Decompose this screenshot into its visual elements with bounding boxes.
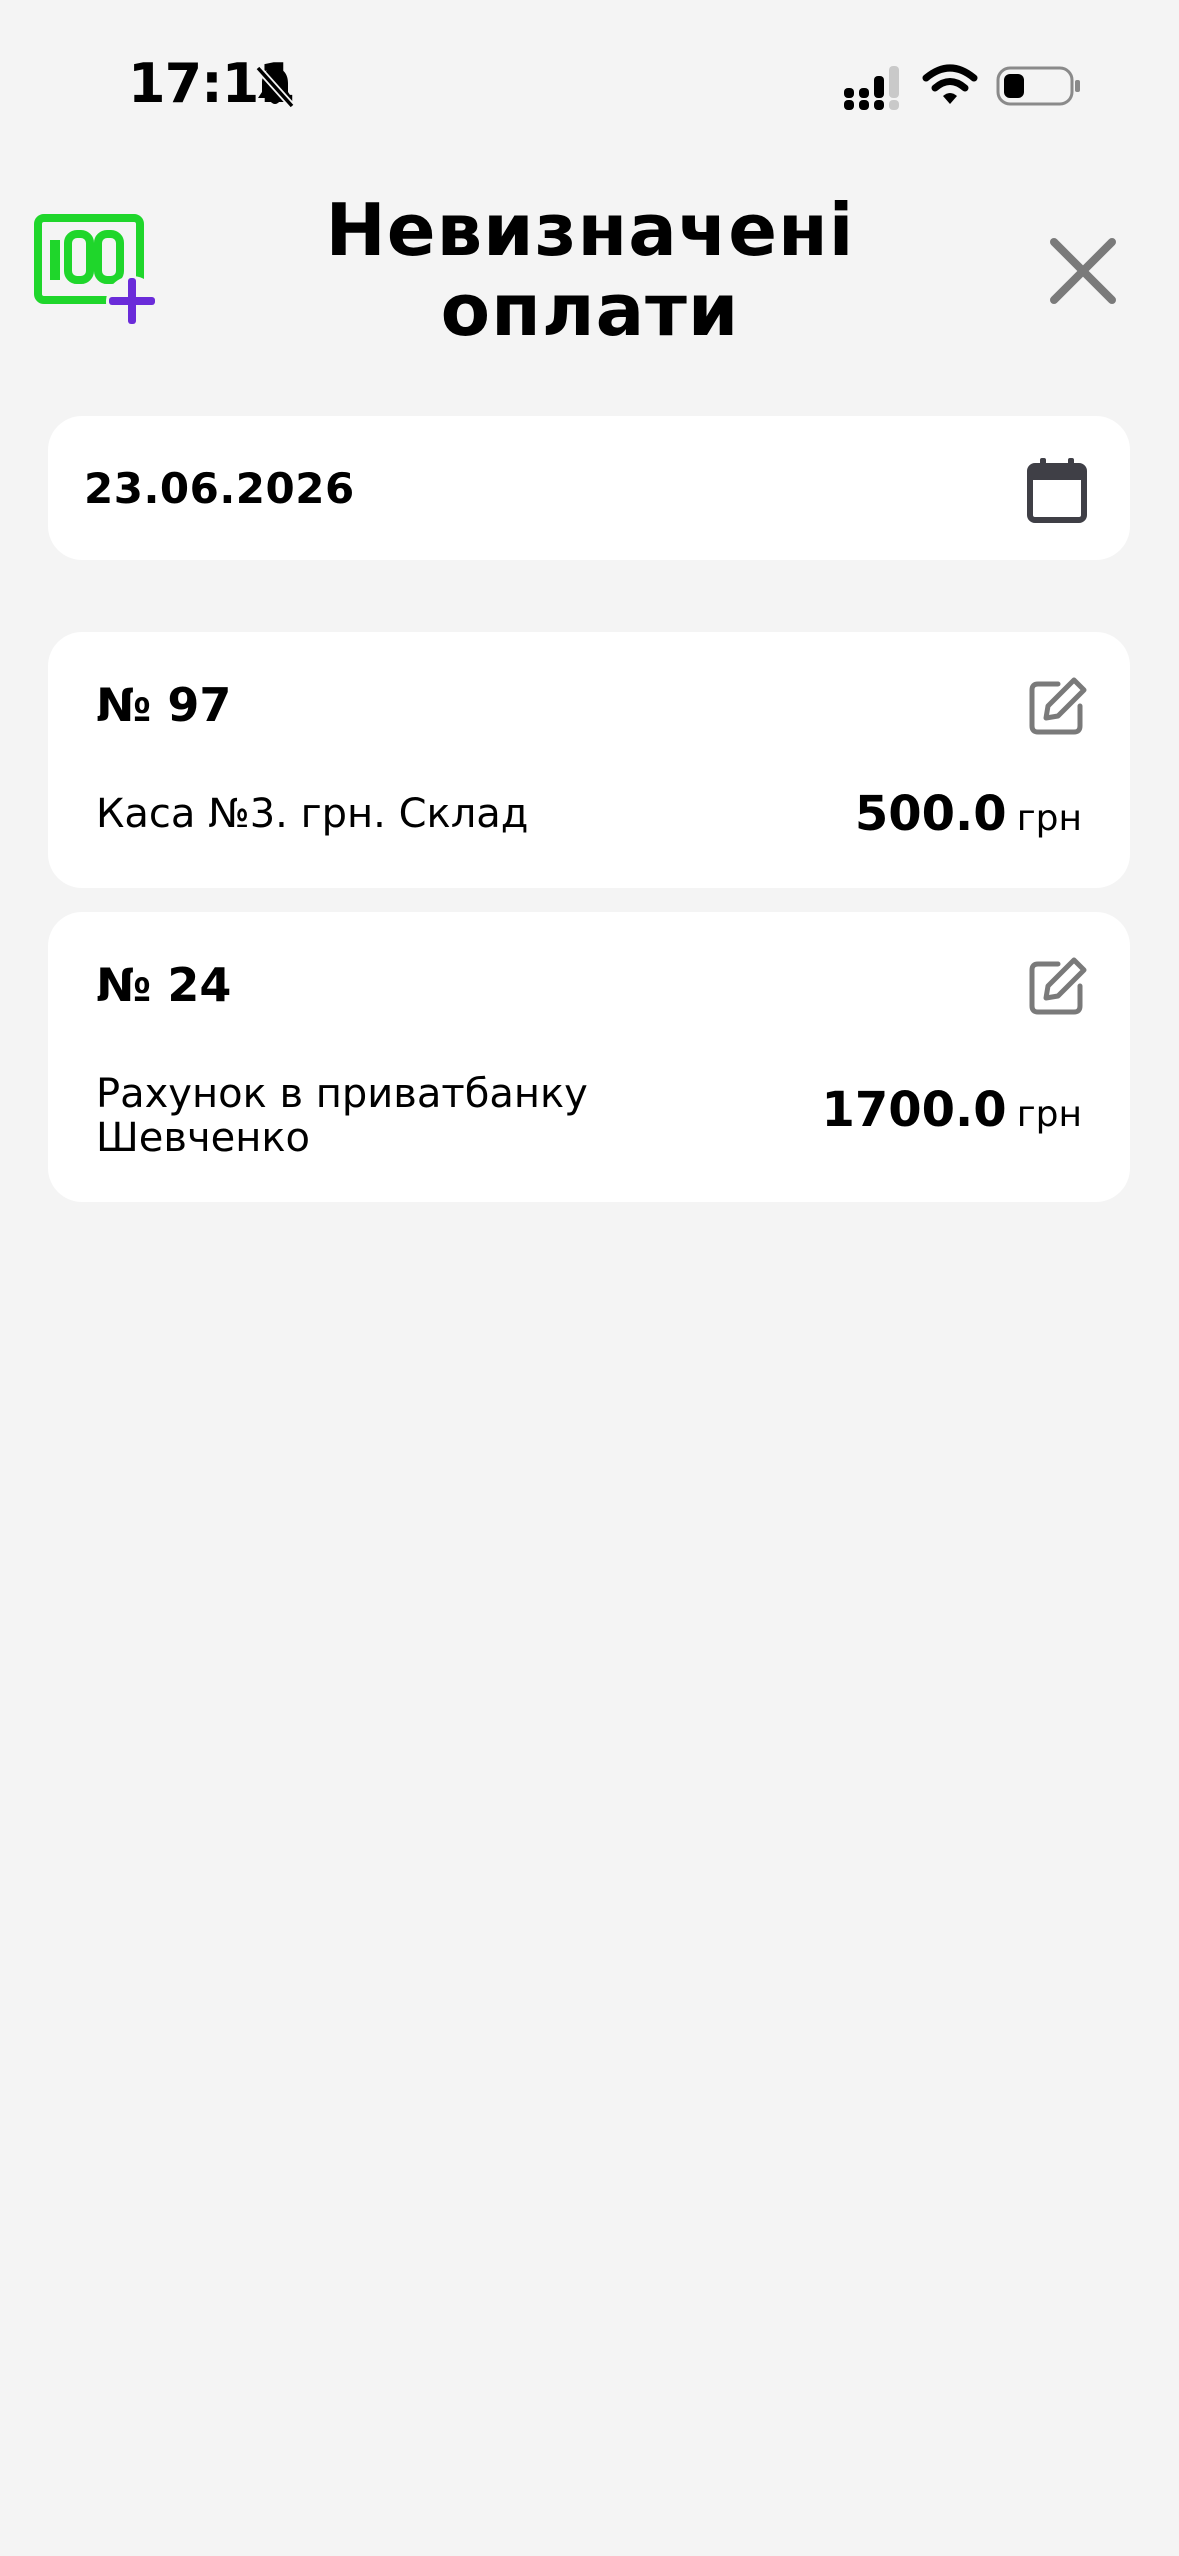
payment-card[interactable]: № 24 Рахунок в приватбанку Шевченко 1700… [48,912,1130,1202]
date-value: 23.06.2026 [84,464,355,513]
payment-card[interactable]: № 97 Каса №3. грн. Склад 500.0 грн [48,632,1130,888]
date-field[interactable]: 23.06.2026 [48,416,1130,560]
payment-amount: 1700.0 [821,1082,1007,1138]
edit-icon[interactable] [1028,956,1088,1016]
payment-currency: грн [1016,1094,1082,1135]
payment-amount: 500.0 [854,786,1007,842]
page-title-line-1: Невизначені [325,188,855,272]
edit-icon[interactable] [1028,676,1088,736]
payment-account: Рахунок в приватбанку Шевченко [96,1071,588,1161]
close-icon[interactable] [1048,236,1118,306]
bell-slash-icon [255,65,295,109]
payment-amount-group: 1700.0 грн [821,1082,1082,1138]
payment-currency: грн [1016,798,1082,839]
wifi-icon [922,64,978,104]
payment-number: № 24 [96,958,232,1012]
signal-icon [844,66,899,110]
calendar-icon[interactable] [1026,456,1088,524]
page-title: Невизначені оплати [290,190,890,350]
status-bar: 17:11 [0,0,1179,160]
battery-icon [996,66,1080,106]
payment-amount-group: 500.0 грн [855,786,1082,842]
payment-number: № 97 [96,678,232,732]
logo-icon [34,214,158,326]
payment-account: Каса №3. грн. Склад [96,791,529,837]
page-title-line-2: оплати [440,268,740,352]
